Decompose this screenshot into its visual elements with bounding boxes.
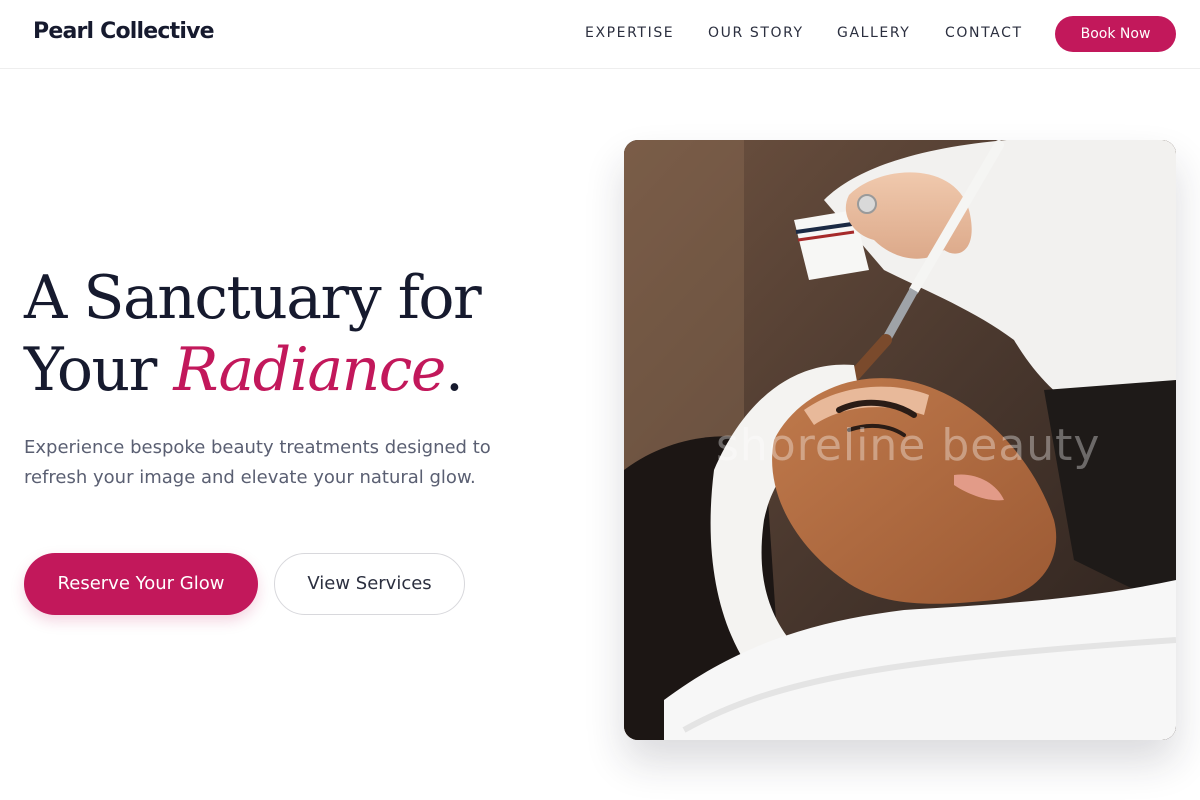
hero-title-accent: Radiance [173, 335, 446, 405]
nav-link-our-story[interactable]: OUR STORY [708, 25, 804, 41]
hero-description: Experience bespoke beauty treatments des… [24, 437, 491, 488]
nav-link-gallery[interactable]: GALLERY [837, 25, 910, 41]
hero-title-line2-prefix: Your [24, 335, 174, 405]
hero-image-facial-treatment: shoreline beauty [624, 140, 1176, 740]
hero-title-period: . [444, 335, 464, 405]
hero-title: A Sanctuary for Your Radiance. [24, 262, 544, 406]
reserve-your-glow-button[interactable]: Reserve Your Glow [24, 553, 258, 615]
main-nav: EXPERTISE OUR STORY GALLERY CONTACT [0, 25, 1200, 45]
view-services-button[interactable]: View Services [274, 553, 465, 615]
nav-link-expertise[interactable]: EXPERTISE [585, 25, 674, 41]
book-now-button[interactable]: Book Now [1055, 16, 1176, 52]
nav-link-contact[interactable]: CONTACT [945, 25, 1023, 41]
site-header: Pearl Collective EXPERTISE OUR STORY GAL… [0, 0, 1200, 69]
image-watermark: shoreline beauty [716, 420, 1101, 471]
hero-title-line1: A Sanctuary for [24, 263, 482, 333]
